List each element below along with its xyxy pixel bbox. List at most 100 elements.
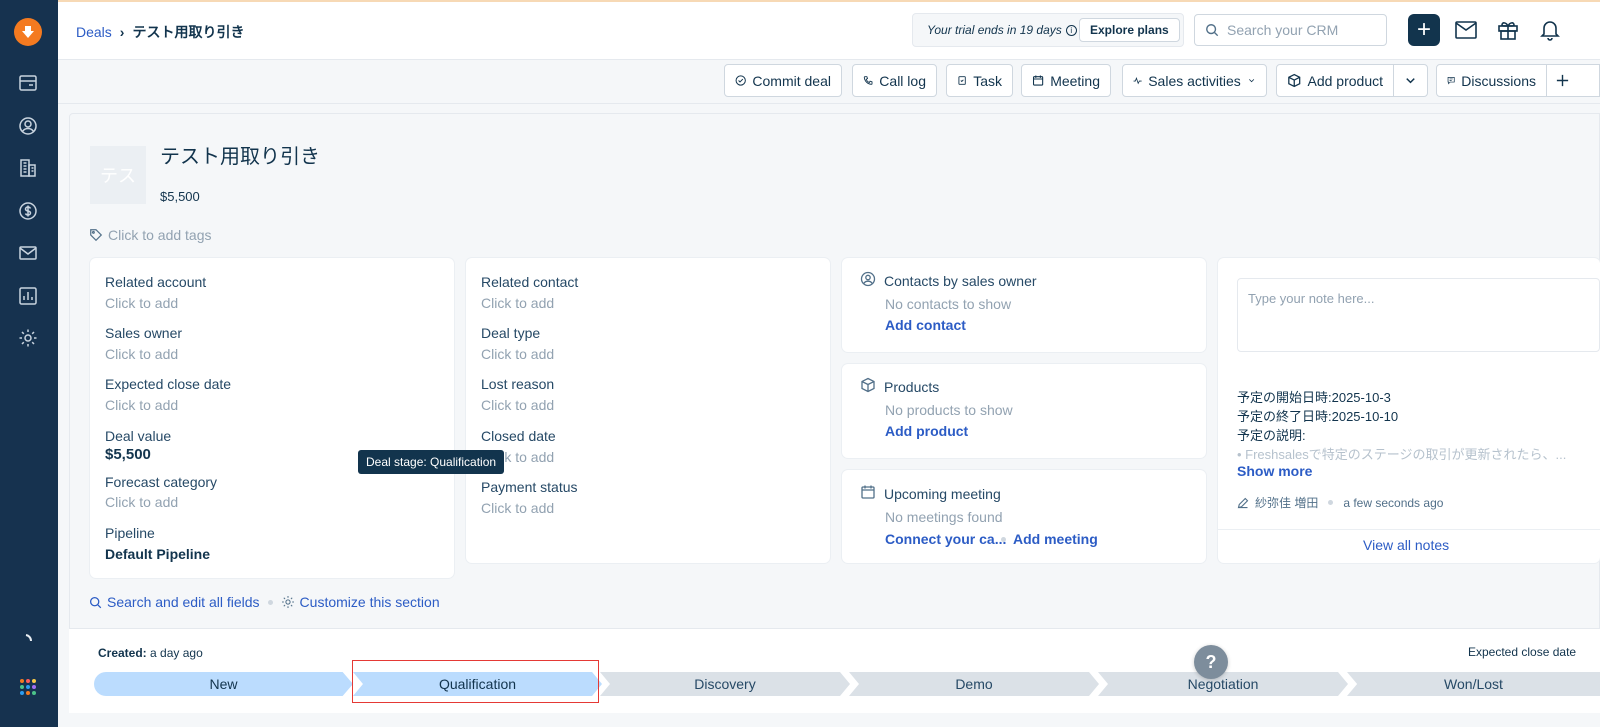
apps-grid-icon[interactable] — [17, 676, 39, 698]
connect-calendar-link[interactable]: Connect your ca... — [885, 531, 1006, 547]
payment-status-label: Payment status — [481, 479, 578, 495]
sales-activities-dropdown[interactable]: Sales activities — [1122, 64, 1267, 97]
task-label: Task — [973, 72, 1002, 89]
stage-demo[interactable]: Demo — [849, 672, 1099, 696]
expected-close-date-label: Expected close date — [105, 376, 232, 392]
contacts-icon[interactable] — [17, 115, 39, 137]
fields-card-left: Related account Click to add Sales owner… — [90, 258, 454, 578]
created-value: a day ago — [150, 646, 203, 660]
deal-value-value[interactable]: $5,500 — [105, 446, 151, 463]
settings-gear-icon[interactable] — [17, 327, 39, 349]
calendar-icon — [1032, 75, 1044, 86]
box-icon — [861, 377, 875, 393]
stage-qualification[interactable]: Qualification — [353, 672, 602, 696]
add-product-link[interactable]: Add product — [885, 423, 968, 439]
help-button[interactable]: ? — [1194, 645, 1228, 679]
separator-dot — [267, 599, 273, 605]
stage-won-lost[interactable]: Won/Lost — [1347, 672, 1600, 696]
add-meeting-link[interactable]: Add meeting — [1013, 531, 1098, 547]
note-line: 予定の開始日時:2025-10-3 — [1237, 390, 1391, 405]
quick-add-button[interactable]: + — [1408, 14, 1440, 46]
reports-icon[interactable] — [17, 285, 39, 307]
forecast-category-value[interactable]: Click to add — [105, 494, 178, 510]
deal-stage-tooltip: Deal stage: Qualification — [358, 450, 505, 474]
show-more-link[interactable]: Show more — [1237, 463, 1312, 479]
lost-reason-value[interactable]: Click to add — [481, 397, 554, 413]
user-circle-icon — [860, 271, 876, 287]
add-more-button[interactable] — [1546, 64, 1600, 97]
calendar-icon — [861, 485, 875, 499]
expected-close-label: Expected close date — [1468, 645, 1577, 659]
explore-plans-button[interactable]: Explore plans — [1079, 18, 1180, 42]
expected-close-date-value[interactable]: Click to add — [105, 397, 178, 413]
search-edit-fields-link[interactable]: Search and edit all fields — [89, 594, 260, 610]
note-input[interactable]: Type your note here... — [1237, 278, 1600, 352]
commit-deal-button[interactable]: Commit deal — [724, 64, 842, 97]
bell-icon[interactable] — [1538, 18, 1562, 42]
check-circle-icon — [735, 75, 746, 86]
stage-new[interactable]: New — [94, 672, 353, 696]
meeting-label: Meeting — [1050, 72, 1100, 89]
related-account-value[interactable]: Click to add — [105, 295, 178, 311]
accounts-icon[interactable] — [17, 157, 39, 179]
sidebar — [0, 0, 58, 727]
related-contact-label: Related contact — [481, 274, 579, 290]
pencil-icon — [1237, 497, 1249, 508]
chevron-right-icon: › — [119, 24, 125, 40]
add-tags-link[interactable]: Click to add tags — [89, 227, 212, 243]
meetings-empty-text: No meetings found — [885, 509, 1003, 525]
add-product-label: Add product — [1307, 72, 1384, 89]
note-meta: 紗弥佳 増田 a few seconds ago — [1237, 494, 1443, 511]
pipeline-value[interactable]: Default Pipeline — [105, 546, 210, 562]
info-icon[interactable]: i — [1065, 24, 1077, 36]
chevron-down-icon — [1406, 78, 1415, 84]
stage-discovery[interactable]: Discovery — [600, 672, 850, 696]
chat-icon — [1447, 77, 1455, 85]
products-widget: Products No products to show Add product — [842, 364, 1206, 458]
customize-section-link[interactable]: Customize this section — [281, 594, 440, 610]
deal-type-label: Deal type — [481, 325, 541, 341]
add-product-more-button[interactable] — [1393, 64, 1428, 97]
breadcrumb: Deals › テスト用取り引き — [76, 22, 244, 42]
contacts-widget: Contacts by sales owner No contacts to s… — [842, 258, 1206, 352]
mail-icon[interactable] — [1454, 18, 1478, 42]
deal-type-value[interactable]: Click to add — [481, 346, 554, 362]
freshsales-logo-icon[interactable] — [14, 18, 42, 46]
top-header: Deals › テスト用取り引き Your trial ends in 19 d… — [58, 2, 1600, 60]
stage-negotiation[interactable]: Negotiation — [1098, 672, 1348, 696]
search-input[interactable]: Search your CRM — [1194, 14, 1387, 46]
fields-card-middle: Related contact Click to add Deal type C… — [466, 258, 830, 563]
forecast-category-label: Forecast category — [105, 474, 218, 490]
meeting-button[interactable]: Meeting — [1021, 64, 1111, 97]
customize-section-label: Customize this section — [299, 594, 440, 610]
closed-date-label: Closed date — [481, 428, 556, 444]
meeting-widget-title: Upcoming meeting — [884, 486, 1001, 502]
breadcrumb-deals-link[interactable]: Deals — [76, 24, 112, 40]
sales-activities-label: Sales activities — [1148, 72, 1241, 89]
search-placeholder: Search your CRM — [1227, 22, 1339, 38]
deal-title[interactable]: テスト用取り引き — [160, 140, 320, 169]
add-product-button[interactable]: Add product — [1276, 64, 1394, 97]
note-line-faded: • Freshsalesで特定のステージの取引が更新されたら、... — [1237, 447, 1567, 462]
loading-spinner-icon — [17, 629, 39, 651]
mail-icon[interactable] — [17, 242, 39, 264]
trial-text: Your trial ends in 19 days — [927, 23, 1062, 37]
phone-icon — [863, 76, 873, 85]
deals-icon[interactable] — [17, 200, 39, 222]
deal-amount: $5,500 — [160, 189, 200, 204]
call-log-button[interactable]: Call log — [852, 64, 937, 97]
products-empty-text: No products to show — [885, 402, 1013, 418]
view-all-notes-link[interactable]: View all notes — [1363, 537, 1449, 553]
sales-owner-value[interactable]: Click to add — [105, 346, 178, 362]
contacts-widget-title: Contacts by sales owner — [884, 273, 1037, 289]
sales-owner-label: Sales owner — [105, 325, 183, 341]
discussions-button[interactable]: Discussions — [1436, 64, 1547, 97]
action-toolbar: Commit deal Call log Task Meeting Sales … — [58, 60, 1600, 104]
payment-status-value[interactable]: Click to add — [481, 500, 554, 516]
task-button[interactable]: Task — [946, 64, 1013, 97]
add-contact-link[interactable]: Add contact — [885, 317, 966, 333]
related-contact-value[interactable]: Click to add — [481, 295, 554, 311]
dashboard-icon[interactable] — [17, 72, 39, 94]
contacts-empty-text: No contacts to show — [885, 296, 1012, 312]
gift-icon[interactable] — [1496, 18, 1520, 42]
